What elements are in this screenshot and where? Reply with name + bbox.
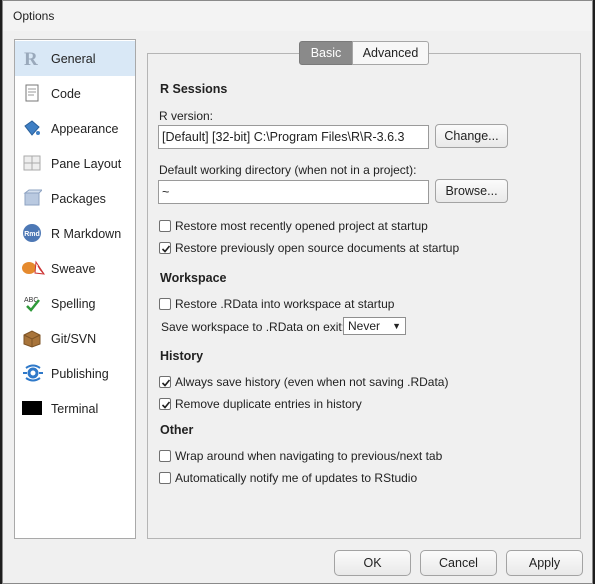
wrap-around-label: Wrap around when navigating to previous/…	[175, 449, 443, 463]
working-directory-field[interactable]: ~	[158, 180, 429, 204]
document-icon	[22, 83, 42, 103]
change-button[interactable]: Change...	[435, 124, 508, 148]
sidebar-item-git-svn[interactable]: Git/SVN	[15, 321, 135, 356]
dropdown-arrow-icon: ▼	[392, 321, 401, 331]
sidebar-item-label: Git/SVN	[51, 332, 97, 346]
spellcheck-icon: ABC	[22, 293, 42, 313]
wrap-around-checkbox[interactable]	[159, 450, 171, 462]
save-workspace-value: Never	[348, 319, 381, 333]
sidebar-item-label: General	[51, 52, 96, 66]
section-title-other: Other	[160, 423, 194, 437]
apply-button[interactable]: Apply	[506, 550, 583, 576]
notify-updates-label: Automatically notify me of updates to RS…	[175, 471, 418, 485]
r-version-field[interactable]: [Default] [32-bit] C:\Program Files\R\R-…	[158, 125, 429, 149]
sidebar-item-appearance[interactable]: Appearance	[15, 111, 135, 146]
paint-bucket-icon	[22, 118, 42, 138]
box-icon	[22, 328, 42, 348]
sidebar-item-label: Pane Layout	[51, 157, 122, 171]
browse-button[interactable]: Browse...	[435, 179, 508, 203]
checkmark-icon	[161, 245, 171, 253]
always-save-history-label: Always save history (even when not savin…	[175, 375, 449, 389]
sidebar-item-code[interactable]: Code	[15, 76, 135, 111]
restore-rdata-checkbox[interactable]	[159, 298, 171, 310]
restore-project-label: Restore most recently opened project at …	[175, 219, 428, 233]
sidebar-item-general[interactable]: R General	[15, 41, 135, 76]
remove-duplicates-label: Remove duplicate entries in history	[175, 397, 362, 411]
sidebar-item-label: Appearance	[51, 122, 119, 136]
sidebar-item-label: Packages	[51, 192, 106, 206]
sidebar-item-label: Code	[51, 87, 81, 101]
grid-layout-icon	[22, 153, 42, 173]
package-icon	[22, 188, 44, 208]
sidebar-item-spelling[interactable]: ABC Spelling	[15, 286, 135, 321]
ok-button[interactable]: OK	[334, 550, 411, 576]
restore-rdata-label: Restore .RData into workspace at startup	[175, 297, 395, 311]
options-dialog: Options R General Code Appearance Pane L	[2, 0, 593, 584]
checkmark-icon	[161, 401, 171, 409]
sidebar-item-publishing[interactable]: Publishing	[15, 356, 135, 391]
options-sidebar: R General Code Appearance Pane Layout Pa…	[14, 39, 136, 539]
save-workspace-label: Save workspace to .RData on exit:	[161, 320, 346, 334]
sweave-icon	[22, 258, 46, 278]
title-bar: Options	[3, 1, 592, 31]
svg-text:R: R	[24, 49, 38, 68]
sidebar-item-sweave[interactable]: Sweave	[15, 251, 135, 286]
notify-updates-checkbox[interactable]	[159, 472, 171, 484]
rmd-icon: Rmd	[22, 223, 42, 243]
sidebar-item-pane-layout[interactable]: Pane Layout	[15, 146, 135, 181]
sidebar-item-label: Terminal	[51, 402, 99, 416]
r-logo-icon: R	[22, 48, 42, 70]
sidebar-item-r-markdown[interactable]: Rmd R Markdown	[15, 216, 135, 251]
save-workspace-select[interactable]: Never ▼	[343, 317, 406, 335]
restore-documents-checkbox[interactable]	[159, 242, 171, 254]
sidebar-item-label: Publishing	[51, 367, 109, 381]
sidebar-item-label: Spelling	[51, 297, 96, 311]
remove-duplicates-checkbox[interactable]	[159, 398, 171, 410]
publish-icon	[22, 363, 43, 383]
tab-basic[interactable]: Basic	[299, 41, 353, 65]
tab-advanced[interactable]: Advanced	[352, 41, 429, 65]
restore-project-checkbox[interactable]	[159, 220, 171, 232]
section-title-history: History	[160, 349, 204, 363]
r-version-label: R version:	[159, 109, 214, 123]
svg-text:Rmd: Rmd	[24, 231, 40, 238]
sidebar-item-label: Sweave	[51, 262, 96, 276]
sidebar-item-terminal[interactable]: Terminal	[15, 391, 135, 426]
section-title-r-sessions: R Sessions	[160, 82, 228, 96]
sidebar-item-packages[interactable]: Packages	[15, 181, 135, 216]
section-title-workspace: Workspace	[160, 271, 227, 285]
terminal-icon	[22, 398, 42, 418]
cancel-button[interactable]: Cancel	[420, 550, 497, 576]
working-directory-label: Default working directory (when not in a…	[159, 163, 417, 177]
checkmark-icon	[161, 379, 171, 387]
always-save-history-checkbox[interactable]	[159, 376, 171, 388]
restore-documents-label: Restore previously open source documents…	[175, 241, 460, 255]
window-title: Options	[13, 9, 55, 23]
sidebar-item-label: R Markdown	[51, 227, 122, 241]
